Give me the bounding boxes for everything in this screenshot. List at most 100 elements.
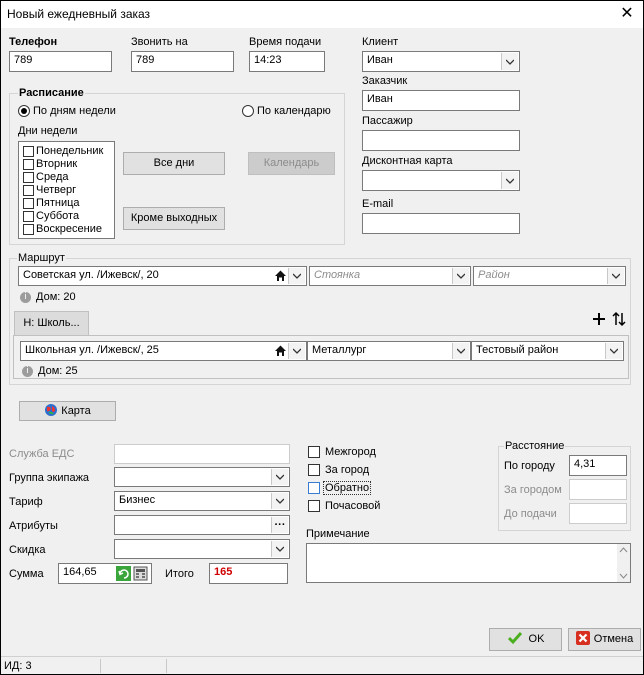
note-scrollbar[interactable] [617, 544, 630, 582]
route-point-tab[interactable]: Н: Школь... [14, 311, 89, 335]
intercity-checkbox[interactable] [308, 446, 320, 458]
ellipsis-icon[interactable]: ··· [271, 517, 288, 533]
attributes-label: Атрибуты [9, 520, 58, 532]
phone-input[interactable]: 789 [9, 51, 112, 72]
chevron-down-icon[interactable] [271, 493, 288, 509]
to-pickup-input[interactable] [569, 503, 627, 524]
client-select[interactable]: Иван [362, 51, 520, 72]
out-city-input[interactable] [569, 479, 627, 500]
out-city-label: За городом [504, 484, 562, 496]
by-calendar-radio[interactable] [242, 105, 254, 117]
home-icon[interactable] [273, 343, 288, 359]
info-icon: i [22, 366, 33, 377]
day-label: Понедельник [36, 145, 104, 157]
email-input[interactable] [362, 213, 520, 234]
chevron-down-icon[interactable] [271, 469, 288, 485]
passenger-label: Пассажир [362, 115, 413, 127]
day-checkbox[interactable] [23, 185, 34, 196]
to-pickup-label: До подачи [504, 508, 557, 520]
from-house-label: Дом: 20 [36, 291, 76, 303]
checkmark-icon [507, 632, 522, 645]
from-address-value: Советская ул. /Ижевск/, 20 [23, 269, 159, 281]
status-divider [100, 659, 101, 673]
phone-label: Телефон [9, 36, 58, 48]
by-calendar-label: По календарю [257, 105, 331, 117]
out-of-city-label: За город [325, 464, 370, 476]
eds-service-input[interactable] [114, 444, 290, 464]
globe-icon [45, 404, 58, 416]
recalculate-icon[interactable] [116, 566, 131, 581]
tariff-select[interactable]: Бизнес [114, 491, 290, 511]
return-checkbox[interactable] [308, 482, 320, 494]
passenger-input[interactable] [362, 130, 520, 151]
discount-card-select[interactable] [362, 170, 520, 191]
from-parking-value: Стоянка [314, 269, 361, 281]
in-city-label: По городу [504, 460, 555, 472]
chevron-down-icon[interactable] [288, 343, 305, 359]
window-title: Новый ежедневный заказ [7, 7, 151, 21]
out-of-city-checkbox[interactable] [308, 464, 320, 476]
chevron-down-icon[interactable] [607, 268, 624, 284]
email-label: E-mail [362, 198, 394, 210]
to-address-select[interactable]: Школьная ул. /Ижевск/, 25 [20, 341, 307, 361]
except-weekends-button[interactable]: Кроме выходных [123, 207, 225, 230]
to-district-select[interactable]: Тестовый район [471, 341, 624, 361]
day-label: Воскресение [36, 223, 102, 235]
total-value: 165 [209, 563, 288, 584]
time-input[interactable]: 14:23 [249, 51, 325, 72]
add-point-icon[interactable] [591, 311, 607, 327]
hourly-checkbox[interactable] [308, 500, 320, 512]
from-address-select[interactable]: Советская ул. /Ижевск/, 20 [18, 266, 307, 286]
to-parking-select[interactable]: Металлург [307, 341, 471, 361]
crew-group-select[interactable] [114, 467, 290, 487]
discount-card-label: Дисконтная карта [362, 155, 453, 167]
call-to-input[interactable]: 789 [131, 51, 234, 72]
chevron-down-icon[interactable] [501, 53, 518, 70]
map-button-label: Карта [61, 405, 91, 417]
route-label: Маршрут [17, 252, 66, 264]
chevron-down-icon[interactable] [501, 172, 518, 189]
by-weekdays-radio[interactable] [18, 105, 30, 117]
day-label: Четверг [36, 184, 77, 196]
customer-input[interactable]: Иван [362, 90, 520, 111]
status-divider [166, 659, 167, 673]
crew-group-label: Группа экипажа [9, 472, 90, 484]
to-district-value: Тестовый район [476, 344, 559, 356]
day-label: Вторник [36, 158, 78, 170]
swap-points-icon[interactable] [611, 311, 627, 327]
all-days-button[interactable]: Все дни [123, 152, 225, 175]
map-button[interactable]: Карта [19, 401, 116, 421]
note-textarea[interactable] [306, 543, 631, 583]
day-checkbox[interactable] [23, 159, 34, 170]
tariff-value: Бизнес [119, 494, 156, 506]
in-city-input[interactable]: 4,31 [569, 455, 627, 476]
day-label: Суббота [36, 210, 80, 222]
intercity-label: Межгород [325, 446, 376, 458]
from-district-select[interactable]: Район [473, 266, 626, 286]
chevron-down-icon[interactable] [452, 268, 469, 284]
chevron-down-icon[interactable] [271, 541, 288, 557]
hourly-label: Почасовой [325, 500, 381, 512]
eds-service-label: Служба ЕДС [9, 448, 75, 460]
close-button[interactable]: ✕ [617, 4, 637, 24]
calculator-icon[interactable] [133, 566, 148, 581]
day-checkbox[interactable] [23, 211, 34, 222]
chevron-down-icon[interactable] [288, 268, 305, 284]
day-checkbox[interactable] [23, 172, 34, 183]
day-checkbox[interactable] [23, 198, 34, 209]
calendar-button[interactable]: Календарь [248, 152, 335, 175]
order-dialog: Новый ежедневный заказ ✕ Телефон 789 Зво… [0, 0, 644, 675]
to-parking-value: Металлург [312, 344, 367, 356]
cancel-button[interactable]: Отмена [568, 628, 641, 651]
from-parking-select[interactable]: Стоянка [309, 266, 471, 286]
day-checkbox[interactable] [23, 224, 34, 235]
discount-label: Скидка [9, 544, 46, 556]
day-checkbox[interactable] [23, 146, 34, 157]
chevron-down-icon[interactable] [605, 343, 622, 359]
sum-label: Сумма [9, 568, 44, 580]
attributes-field[interactable]: ··· [114, 515, 290, 535]
home-icon[interactable] [273, 268, 288, 284]
chevron-down-icon[interactable] [452, 343, 469, 359]
ok-button[interactable]: OK [489, 628, 562, 651]
discount-select[interactable] [114, 539, 290, 559]
